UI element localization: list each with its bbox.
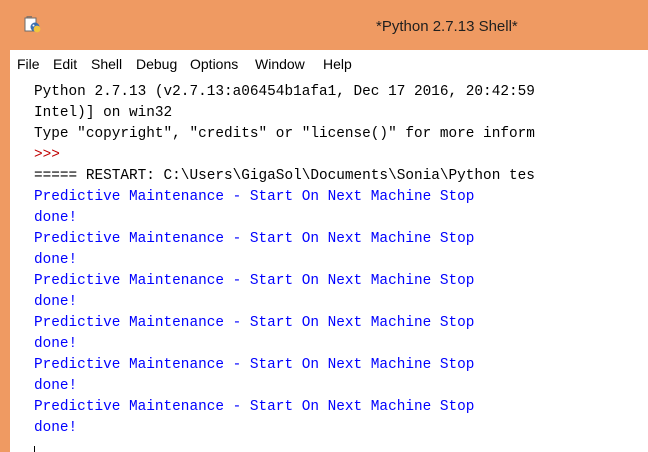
idle-shell-window: *Python 2.7.13 Shell* File Edit Shell De… (0, 0, 648, 452)
stdout-line: done! (34, 420, 78, 436)
stdout-line: Predictive Maintenance - Start On Next M… (34, 357, 475, 373)
stdout-line: Predictive Maintenance - Start On Next M… (34, 231, 475, 247)
stdout-line: done! (34, 294, 78, 310)
menu-edit[interactable]: Edit (53, 56, 77, 72)
stdout-line: Predictive Maintenance - Start On Next M… (34, 189, 475, 205)
window-border (0, 0, 10, 452)
menu-help[interactable]: Help (323, 56, 352, 72)
stdout-line: done! (34, 336, 78, 352)
stdout-line: done! (34, 252, 78, 268)
text-cursor (34, 446, 35, 452)
shell-output-area[interactable]: Python 2.7.13 (v2.7.13:a06454b1afa1, Dec… (10, 82, 648, 452)
menu-shell[interactable]: Shell (91, 56, 122, 72)
stdout-line: done! (34, 210, 78, 226)
menu-file[interactable]: File (17, 56, 40, 72)
menu-window[interactable]: Window (255, 56, 305, 72)
shell-text-line: Intel)] on win32 (34, 105, 173, 121)
stdout-line: Predictive Maintenance - Start On Next M… (34, 315, 475, 331)
idle-python-icon (24, 16, 41, 33)
stdout-line: Predictive Maintenance - Start On Next M… (34, 273, 475, 289)
window-title: *Python 2.7.13 Shell* (376, 18, 518, 35)
menu-debug[interactable]: Debug (136, 56, 177, 72)
shell-prompt: >>> (34, 147, 60, 163)
shell-text-line: Python 2.7.13 (v2.7.13:a06454b1afa1, Dec… (34, 84, 535, 100)
stdout-line: Predictive Maintenance - Start On Next M… (34, 399, 475, 415)
shell-text-line: Type "copyright", "credits" or "license(… (34, 126, 535, 142)
shell-text-line: ===== RESTART: C:\Users\GigaSol\Document… (34, 168, 535, 184)
menu-bar: File Edit Shell Debug Options Window Hel… (10, 50, 648, 79)
menu-options[interactable]: Options (190, 56, 238, 72)
title-bar[interactable]: *Python 2.7.13 Shell* (10, 0, 648, 50)
stdout-line: done! (34, 378, 78, 394)
